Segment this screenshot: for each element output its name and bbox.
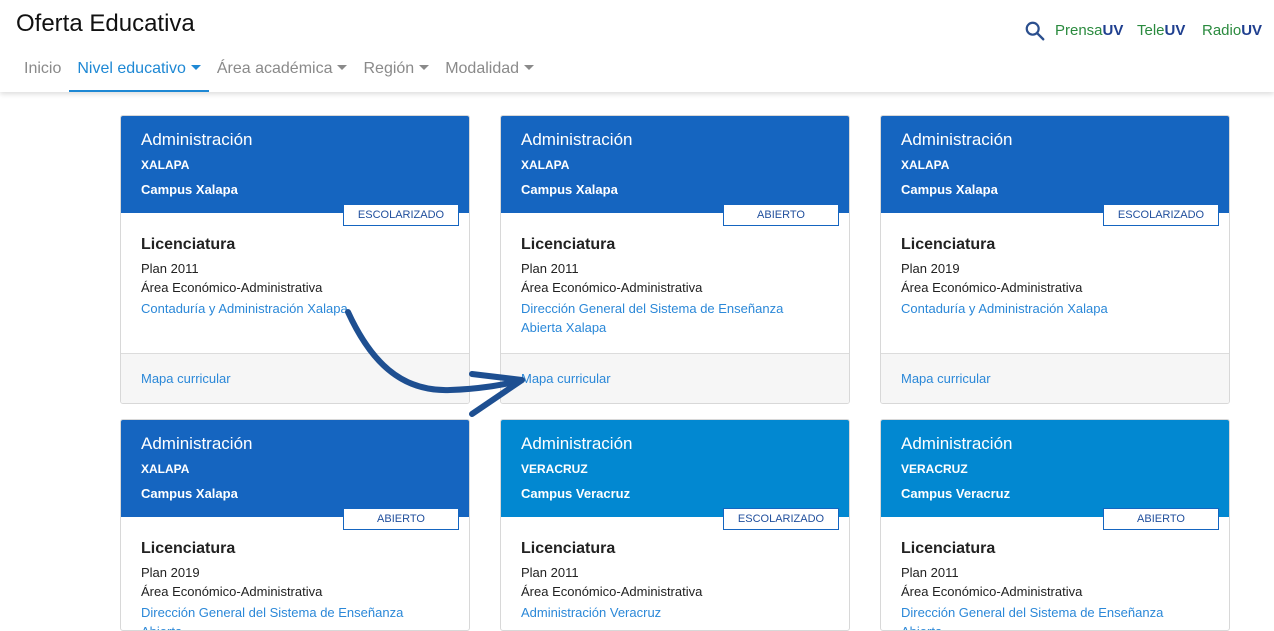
- program-title: Administración: [141, 434, 253, 453]
- entity-link[interactable]: Dirección General del Sistema de Enseñan…: [901, 603, 1206, 630]
- card-header: Administración XALAPA Campus Xalapa: [501, 116, 849, 213]
- nav-item-region[interactable]: Región: [355, 56, 437, 90]
- card-body: Licenciatura Plan 2011 Área Económico-Ad…: [501, 517, 849, 630]
- program-title: Administración: [141, 130, 253, 149]
- top-navbar: Oferta Educativa PrensaUV TeleUV RadioUV…: [0, 0, 1274, 92]
- entity-link[interactable]: Contaduría y Administración Xalapa: [901, 299, 1206, 318]
- area-label: Área Económico-Administrativa: [901, 584, 1083, 599]
- entity-link[interactable]: Administración Veracruz: [521, 603, 826, 622]
- level-label: Licenciatura: [901, 236, 996, 253]
- annotation-arrow-icon: [345, 309, 525, 417]
- program-title: Administración: [521, 130, 633, 149]
- program-card: Administración XALAPA Campus Xalapa ABIE…: [120, 419, 470, 631]
- radio-uv-link[interactable]: RadioUV: [1202, 22, 1262, 39]
- program-card: Administración VERACRUZ Campus Veracruz …: [500, 419, 850, 631]
- campus-label: Campus Xalapa: [901, 182, 998, 197]
- plan-label: Plan 2011: [521, 565, 579, 580]
- program-card: Administración XALAPA Campus Xalapa ABIE…: [500, 115, 850, 404]
- card-footer: Mapa curricular: [881, 353, 1229, 403]
- brand-suffix: UV: [1102, 22, 1124, 39]
- region-label: VERACRUZ: [901, 462, 968, 476]
- nav-label: Región: [363, 60, 415, 77]
- main-nav: Inicio Nivel educativo Área académica Re…: [16, 56, 542, 92]
- plan-label: Plan 2019: [901, 261, 960, 276]
- area-label: Área Económico-Administrativa: [901, 280, 1083, 295]
- campus-label: Campus Xalapa: [521, 182, 618, 197]
- area-label: Área Económico-Administrativa: [521, 280, 703, 295]
- card-header: Administración VERACRUZ Campus Veracruz: [501, 420, 849, 517]
- nav-label: Nivel educativo: [77, 60, 186, 77]
- brand-word: Tele: [1137, 22, 1165, 39]
- nav-label: Área académica: [216, 60, 333, 77]
- region-label: XALAPA: [901, 158, 950, 172]
- region-label: XALAPA: [141, 158, 190, 172]
- card-footer: Mapa curricular: [501, 353, 849, 403]
- brand-word: Prensa: [1055, 22, 1103, 39]
- curricular-map-link[interactable]: Mapa curricular: [521, 371, 611, 386]
- card-body: Licenciatura Plan 2011 Área Económico-Ad…: [501, 213, 849, 353]
- area-label: Área Económico-Administrativa: [141, 280, 323, 295]
- nav-item-inicio[interactable]: Inicio: [16, 56, 69, 90]
- nav-label: Modalidad: [445, 60, 520, 77]
- area-label: Área Económico-Administrativa: [141, 584, 323, 599]
- prensa-uv-link[interactable]: PrensaUV: [1055, 22, 1123, 39]
- card-body: Licenciatura Plan 2019 Área Económico-Ad…: [121, 517, 469, 630]
- entity-link[interactable]: Dirección General del Sistema de Enseñan…: [521, 299, 826, 337]
- curricular-map-link[interactable]: Mapa curricular: [901, 371, 991, 386]
- caret-down-icon: [337, 65, 348, 70]
- caret-down-icon: [419, 65, 430, 70]
- site-title[interactable]: Oferta Educativa: [16, 10, 195, 38]
- card-body: Licenciatura Plan 2011 Área Económico-Ad…: [881, 517, 1229, 630]
- campus-label: Campus Xalapa: [141, 182, 238, 197]
- level-label: Licenciatura: [141, 236, 236, 253]
- level-label: Licenciatura: [521, 236, 616, 253]
- card-body: Licenciatura Plan 2019 Área Económico-Ad…: [881, 213, 1229, 353]
- card-header: Administración VERACRUZ Campus Veracruz: [881, 420, 1229, 517]
- caret-down-icon: [524, 65, 535, 70]
- nav-item-modalidad[interactable]: Modalidad: [437, 56, 542, 90]
- campus-label: Campus Veracruz: [521, 486, 631, 501]
- region-label: XALAPA: [521, 158, 570, 172]
- campus-label: Campus Veracruz: [901, 486, 1011, 501]
- card-header: Administración XALAPA Campus Xalapa: [121, 420, 469, 517]
- search-icon[interactable]: [1024, 20, 1046, 42]
- nav-item-area-academica[interactable]: Área académica: [209, 56, 356, 90]
- plan-label: Plan 2011: [901, 565, 959, 580]
- brand-word: Radio: [1202, 22, 1242, 39]
- card-header: Administración XALAPA Campus Xalapa: [121, 116, 469, 213]
- area-label: Área Económico-Administrativa: [521, 584, 703, 599]
- card-header: Administración XALAPA Campus Xalapa: [881, 116, 1229, 213]
- nav-label: Inicio: [24, 60, 62, 77]
- level-label: Licenciatura: [521, 540, 616, 557]
- program-title: Administración: [901, 434, 1013, 453]
- level-label: Licenciatura: [141, 540, 236, 557]
- plan-label: Plan 2019: [141, 565, 200, 580]
- plan-label: Plan 2011: [141, 261, 199, 276]
- entity-link[interactable]: Dirección General del Sistema de Enseñan…: [141, 603, 446, 630]
- campus-label: Campus Xalapa: [141, 486, 238, 501]
- nav-item-nivel-educativo[interactable]: Nivel educativo: [69, 56, 209, 92]
- tele-uv-link[interactable]: TeleUV: [1137, 22, 1185, 39]
- region-label: XALAPA: [141, 462, 190, 476]
- plan-label: Plan 2011: [521, 261, 579, 276]
- caret-down-icon: [190, 65, 201, 70]
- level-label: Licenciatura: [901, 540, 996, 557]
- region-label: VERACRUZ: [521, 462, 588, 476]
- curricular-map-link[interactable]: Mapa curricular: [141, 371, 231, 386]
- program-title: Administración: [901, 130, 1013, 149]
- brand-suffix: UV: [1164, 22, 1186, 39]
- program-card: Administración XALAPA Campus Xalapa ESCO…: [880, 115, 1230, 404]
- brand-suffix: UV: [1241, 22, 1263, 39]
- program-title: Administración: [521, 434, 633, 453]
- program-card: Administración VERACRUZ Campus Veracruz …: [880, 419, 1230, 631]
